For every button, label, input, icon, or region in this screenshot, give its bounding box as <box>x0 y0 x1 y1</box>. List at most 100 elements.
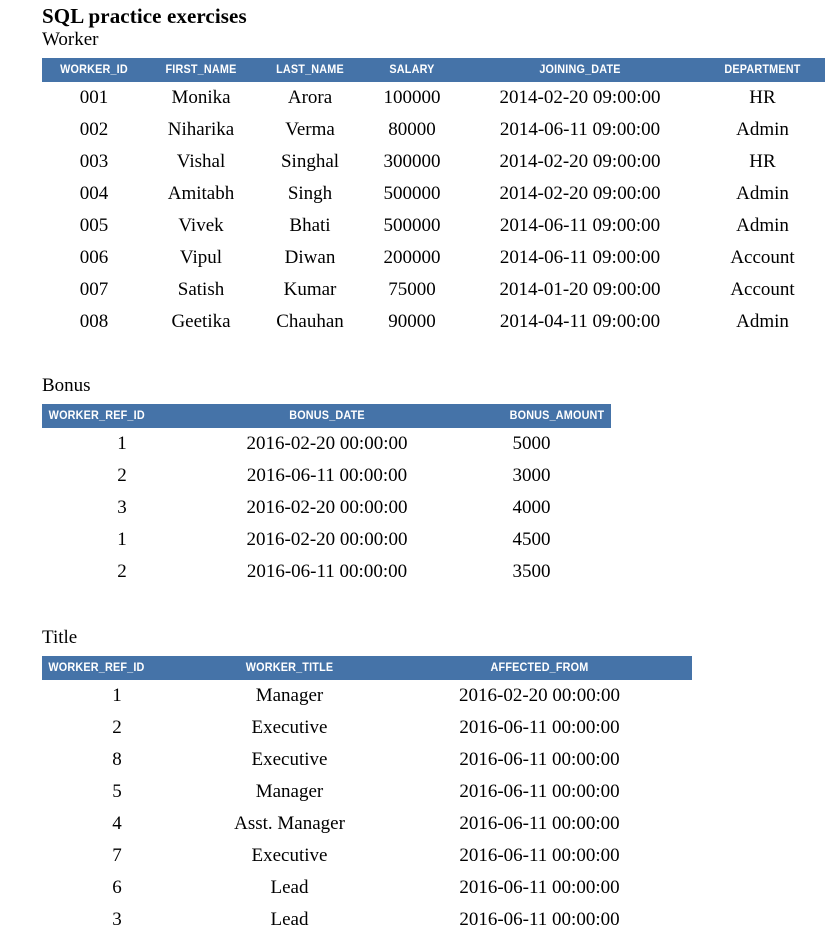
cell-affected-from: 2016-06-11 00:00:00 <box>387 712 692 744</box>
cell-first-name: Vishal <box>146 146 256 178</box>
cell-bonus-date: 2016-02-20 00:00:00 <box>202 524 452 556</box>
table-header-row: WORKER_ID FIRST_NAME LAST_NAME SALARY JO… <box>42 58 825 82</box>
table-row: 7 Executive 2016-06-11 00:00:00 <box>42 840 692 872</box>
cell-worker-ref-id: 2 <box>42 712 192 744</box>
bonus-table-label: Bonus <box>42 375 91 396</box>
table-row: 2 2016-06-11 00:00:00 3500 <box>42 556 611 588</box>
cell-joining-date: 2014-06-11 09:00:00 <box>460 114 700 146</box>
cell-bonus-amount: 3000 <box>452 460 611 492</box>
table-row: 1 Manager 2016-02-20 00:00:00 <box>42 680 692 712</box>
cell-worker-title: Asst. Manager <box>192 808 387 840</box>
cell-bonus-amount: 4500 <box>452 524 611 556</box>
cell-last-name: Kumar <box>256 274 364 306</box>
table-row: 5 Manager 2016-06-11 00:00:00 <box>42 776 692 808</box>
cell-joining-date: 2014-06-11 09:00:00 <box>460 210 700 242</box>
cell-worker-id: 004 <box>42 178 146 210</box>
cell-worker-id: 001 <box>42 82 146 114</box>
table-row: 2 2016-06-11 00:00:00 3000 <box>42 460 611 492</box>
cell-bonus-date: 2016-02-20 00:00:00 <box>202 428 452 460</box>
title-table-body: 1 Manager 2016-02-20 00:00:00 2 Executive 201… <box>42 680 692 936</box>
column-header-worker-id: WORKER_ID <box>60 63 128 76</box>
cell-last-name: Verma <box>256 114 364 146</box>
table-row: 005 Vivek Bhati 500000 2014-06-11 09:00:00 Ad… <box>42 210 825 242</box>
cell-worker-ref-id: 6 <box>42 872 192 904</box>
title-table-container: WORKER_REF_ID WORKER_TITLE AFFECTED_FROM… <box>0 656 832 936</box>
table-row: 001 Monika Arora 100000 2014-02-20 09:00:00 H… <box>42 82 825 114</box>
column-header-worker-title: WORKER_TITLE <box>245 661 334 674</box>
table-row: 003 Vishal Singhal 300000 2014-02-20 09:00:0… <box>42 146 825 178</box>
cell-salary: 200000 <box>364 242 460 274</box>
cell-bonus-amount: 4000 <box>452 492 611 524</box>
cell-affected-from: 2016-06-11 00:00:00 <box>387 872 692 904</box>
table-row: 008 Geetika Chauhan 90000 2014-04-11 09:00:0… <box>42 306 825 338</box>
cell-bonus-amount: 3500 <box>452 556 611 588</box>
cell-worker-id: 003 <box>42 146 146 178</box>
cell-bonus-amount: 5000 <box>452 428 611 460</box>
cell-worker-ref-id: 7 <box>42 840 192 872</box>
cell-worker-ref-id: 5 <box>42 776 192 808</box>
cell-salary: 80000 <box>364 114 460 146</box>
cell-department: Admin <box>700 306 825 338</box>
cell-department: Admin <box>700 210 825 242</box>
table-row: 1 2016-02-20 00:00:00 5000 <box>42 428 611 460</box>
cell-bonus-date: 2016-02-20 00:00:00 <box>202 492 452 524</box>
worker-table-container: WORKER_ID FIRST_NAME LAST_NAME SALARY JO… <box>0 58 832 338</box>
cell-worker-title: Lead <box>192 872 387 904</box>
cell-worker-title: Executive <box>192 840 387 872</box>
cell-salary: 90000 <box>364 306 460 338</box>
cell-worker-ref-id: 1 <box>42 680 192 712</box>
cell-joining-date: 2014-02-20 09:00:00 <box>460 178 700 210</box>
cell-bonus-date: 2016-06-11 00:00:00 <box>202 460 452 492</box>
cell-worker-ref-id: 8 <box>42 744 192 776</box>
cell-last-name: Singhal <box>256 146 364 178</box>
cell-department: Admin <box>700 178 825 210</box>
cell-affected-from: 2016-06-11 00:00:00 <box>387 840 692 872</box>
table-row: 002 Niharika Verma 80000 2014-06-11 09:00:00… <box>42 114 825 146</box>
title-table-header: WORKER_REF_ID WORKER_TITLE AFFECTED_FROM <box>42 656 692 680</box>
document-page: SQL practice exercises Worker WORKER_ID … <box>0 0 832 936</box>
cell-worker-ref-id: 4 <box>42 808 192 840</box>
column-header-worker-ref-id: WORKER_REF_ID <box>48 661 145 674</box>
column-header-affected-from: AFFECTED_FROM <box>490 661 589 674</box>
cell-salary: 300000 <box>364 146 460 178</box>
cell-affected-from: 2016-06-11 00:00:00 <box>387 904 692 936</box>
column-header-joining-date: JOINING_DATE <box>539 63 621 76</box>
column-header-last-name: LAST_NAME <box>276 63 344 76</box>
cell-department: HR <box>700 146 825 178</box>
worker-table-label: Worker <box>42 29 99 50</box>
cell-worker-title: Executive <box>192 712 387 744</box>
cell-worker-id: 008 <box>42 306 146 338</box>
cell-worker-ref-id: 1 <box>42 524 202 556</box>
cell-joining-date: 2014-02-20 09:00:00 <box>460 82 700 114</box>
table-row: 4 Asst. Manager 2016-06-11 00:00:00 <box>42 808 692 840</box>
bonus-table: WORKER_REF_ID BONUS_DATE BONUS_AMOUNT 12… <box>42 404 611 588</box>
cell-first-name: Niharika <box>146 114 256 146</box>
worker-table-header: WORKER_ID FIRST_NAME LAST_NAME SALARY JO… <box>42 58 825 82</box>
cell-worker-title: Executive <box>192 744 387 776</box>
cell-affected-from: 2016-02-20 00:00:00 <box>387 680 692 712</box>
cell-first-name: Vipul <box>146 242 256 274</box>
page-title: SQL practice exercises <box>42 4 247 28</box>
worker-table: WORKER_ID FIRST_NAME LAST_NAME SALARY JO… <box>42 58 825 338</box>
cell-department: Admin <box>700 114 825 146</box>
column-header-worker-ref-id: WORKER_REF_ID <box>48 409 145 422</box>
cell-worker-ref-id: 2 <box>42 556 202 588</box>
table-row: 3 2016-02-20 00:00:00 4000 <box>42 492 611 524</box>
table-row: 8 Executive 2016-06-11 00:00:00 <box>42 744 692 776</box>
title-table: WORKER_REF_ID WORKER_TITLE AFFECTED_FROM… <box>42 656 692 936</box>
cell-worker-title: Manager <box>192 680 387 712</box>
column-header-salary: SALARY <box>389 63 435 76</box>
cell-first-name: Monika <box>146 82 256 114</box>
bonus-table-header: WORKER_REF_ID BONUS_DATE BONUS_AMOUNT <box>42 404 611 428</box>
cell-first-name: Vivek <box>146 210 256 242</box>
cell-worker-id: 002 <box>42 114 146 146</box>
cell-first-name: Amitabh <box>146 178 256 210</box>
cell-salary: 75000 <box>364 274 460 306</box>
table-header-row: WORKER_REF_ID BONUS_DATE BONUS_AMOUNT <box>42 404 611 428</box>
cell-department: Account <box>700 242 825 274</box>
cell-worker-id: 007 <box>42 274 146 306</box>
